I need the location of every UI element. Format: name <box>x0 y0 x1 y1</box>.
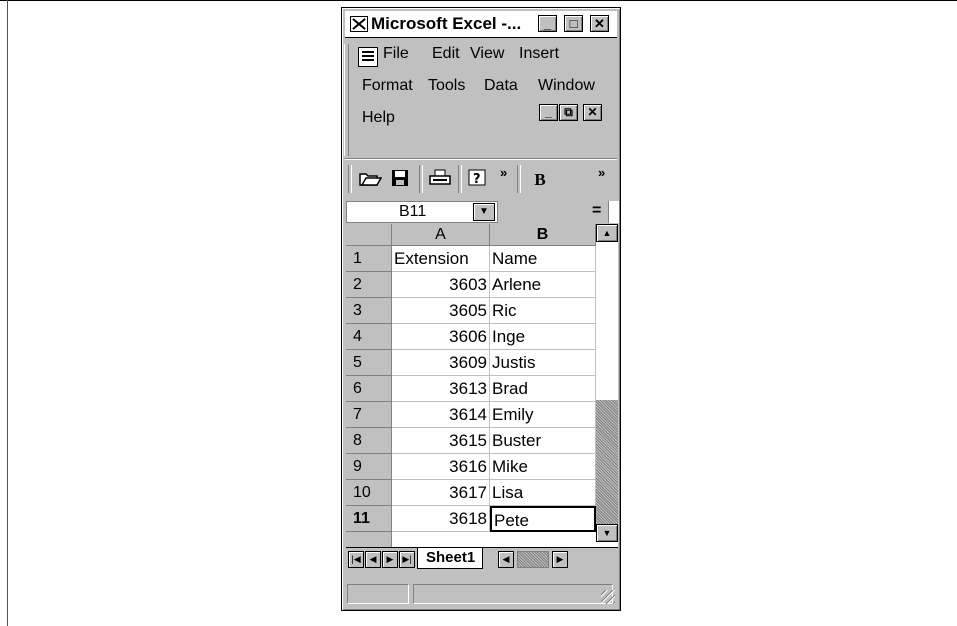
open-folder-icon[interactable] <box>357 168 383 192</box>
hscroll-left-icon[interactable]: ◀ <box>498 551 514 568</box>
cell-name[interactable]: Emily <box>490 402 596 428</box>
menu-view[interactable]: View <box>470 45 504 63</box>
formula-input[interactable] <box>608 201 619 223</box>
minimize-button[interactable]: _ <box>538 15 557 32</box>
cell-extension[interactable]: 3605 <box>392 298 490 324</box>
menu-help[interactable]: Help <box>362 109 395 127</box>
row-header[interactable]: 2 <box>346 272 392 298</box>
menu-data[interactable]: Data <box>484 77 518 95</box>
scroll-down-arrow-icon[interactable]: ▼ <box>596 524 618 542</box>
name-box-value: B11 <box>399 203 427 220</box>
cell-extension[interactable]: 3616 <box>392 454 490 480</box>
cell-extension[interactable]: 3615 <box>392 428 490 454</box>
menu-format[interactable]: Format <box>362 77 413 95</box>
column-header-b[interactable]: B <box>490 224 596 246</box>
standard-toolbar: ? » B » <box>345 158 617 199</box>
cell-name[interactable]: Arlene <box>490 272 596 298</box>
help-question-icon[interactable]: ? <box>465 168 491 192</box>
prev-sheet-icon[interactable]: ◀ <box>365 551 381 568</box>
row-header[interactable]: 1 <box>346 246 392 272</box>
workbook-doc-icon[interactable] <box>358 47 378 67</box>
first-sheet-icon[interactable]: |◀ <box>348 551 364 568</box>
toolbar-separator <box>419 165 423 193</box>
row-header[interactable]: 6 <box>346 376 392 402</box>
bold-button[interactable]: B <box>527 168 553 192</box>
save-disk-icon[interactable] <box>387 168 413 192</box>
sheet-tab-sheet1[interactable]: Sheet1 <box>417 548 483 569</box>
vertical-scrollbar[interactable]: ▲ ▼ <box>596 224 618 547</box>
cell-extension[interactable]: 3613 <box>392 376 490 402</box>
formatting-more-chevron[interactable]: » <box>598 165 605 180</box>
svg-text:?: ? <box>473 172 481 187</box>
workbook-close-button[interactable]: ✕ <box>583 104 602 121</box>
page-border-left <box>7 0 8 626</box>
cell-extension[interactable]: Extension <box>392 246 490 272</box>
row-header[interactable]: 7 <box>346 402 392 428</box>
active-cell[interactable]: Pete <box>490 506 596 532</box>
sheet-tab-bar: |◀ ◀ ▶ ▶| Sheet1 ◀ ▶ <box>346 547 618 571</box>
toolbar-grip[interactable] <box>348 165 352 193</box>
cell-name[interactable]: Mike <box>490 454 596 480</box>
spreadsheet-grid: A B 1 Extension Name 2 3603 Arlene 3 3605 Ric 4 36… <box>346 224 596 547</box>
scroll-up-arrow-icon[interactable]: ▲ <box>596 224 618 242</box>
cell-name[interactable]: Brad <box>490 376 596 402</box>
status-panel-mode <box>347 584 409 604</box>
horizontal-scroll-track[interactable] <box>517 551 549 568</box>
menu-bar: File Edit View Insert Format Tools Data … <box>352 42 616 156</box>
cell-name[interactable]: Justis <box>490 350 596 376</box>
row-header-partial[interactable] <box>346 532 392 547</box>
menu-tools[interactable]: Tools <box>428 77 465 95</box>
toolbar-separator <box>458 165 462 193</box>
workbook-minimize-button[interactable]: _ <box>539 104 558 121</box>
formula-equals-button[interactable]: = <box>592 202 601 220</box>
name-box[interactable]: B11 ▼ <box>346 201 498 223</box>
menu-window[interactable]: Window <box>538 77 595 95</box>
row-header[interactable]: 4 <box>346 324 392 350</box>
row-header[interactable]: 11 <box>346 506 392 532</box>
cell-extension[interactable]: 3614 <box>392 402 490 428</box>
close-button[interactable]: ✕ <box>590 15 609 32</box>
maximize-button[interactable]: □ <box>564 15 583 32</box>
cell-name[interactable]: Name <box>490 246 596 272</box>
menu-edit[interactable]: Edit <box>432 45 460 63</box>
page-border-top <box>0 0 957 1</box>
row-header[interactable]: 5 <box>346 350 392 376</box>
menu-file[interactable]: File <box>383 45 409 63</box>
cell-extension[interactable]: 3618 <box>392 506 490 532</box>
cell-extension[interactable]: 3603 <box>392 272 490 298</box>
printer-icon[interactable] <box>427 168 453 192</box>
cell-extension[interactable]: 3617 <box>392 480 490 506</box>
cell-name[interactable]: Inge <box>490 324 596 350</box>
column-header-a[interactable]: A <box>392 224 490 246</box>
toolbar-separator <box>517 165 521 193</box>
cell-extension[interactable]: 3609 <box>392 350 490 376</box>
cell-name[interactable]: Lisa <box>490 480 596 506</box>
vertical-scroll-track[interactable] <box>596 400 618 524</box>
hscroll-right-icon[interactable]: ▶ <box>552 551 568 568</box>
cell-extension[interactable]: 3606 <box>392 324 490 350</box>
menubar-grip[interactable] <box>344 44 349 156</box>
menu-insert[interactable]: Insert <box>519 45 559 63</box>
title-bar[interactable]: Microsoft Excel -... _ □ ✕ <box>345 11 617 38</box>
row-header[interactable]: 8 <box>346 428 392 454</box>
cell-name[interactable]: Buster <box>490 428 596 454</box>
status-panel-info <box>413 584 613 604</box>
next-sheet-icon[interactable]: ▶ <box>382 551 398 568</box>
window-title: Microsoft Excel -... <box>371 14 522 33</box>
resize-grip-icon[interactable] <box>601 590 615 604</box>
row-header[interactable]: 10 <box>346 480 392 506</box>
toolbar-more-chevron[interactable]: » <box>500 165 507 180</box>
chevron-down-icon[interactable]: ▼ <box>473 203 495 221</box>
row-header[interactable]: 9 <box>346 454 392 480</box>
select-all-corner[interactable] <box>346 224 392 246</box>
excel-window: Microsoft Excel -... _ □ ✕ File Edit Vie… <box>341 7 621 611</box>
row-header[interactable]: 3 <box>346 298 392 324</box>
last-sheet-icon[interactable]: ▶| <box>399 551 415 568</box>
status-bar <box>345 584 617 606</box>
workbook-restore-button[interactable]: ⧉ <box>559 104 578 121</box>
excel-app-icon[interactable] <box>350 16 368 32</box>
cell-name[interactable]: Ric <box>490 298 596 324</box>
